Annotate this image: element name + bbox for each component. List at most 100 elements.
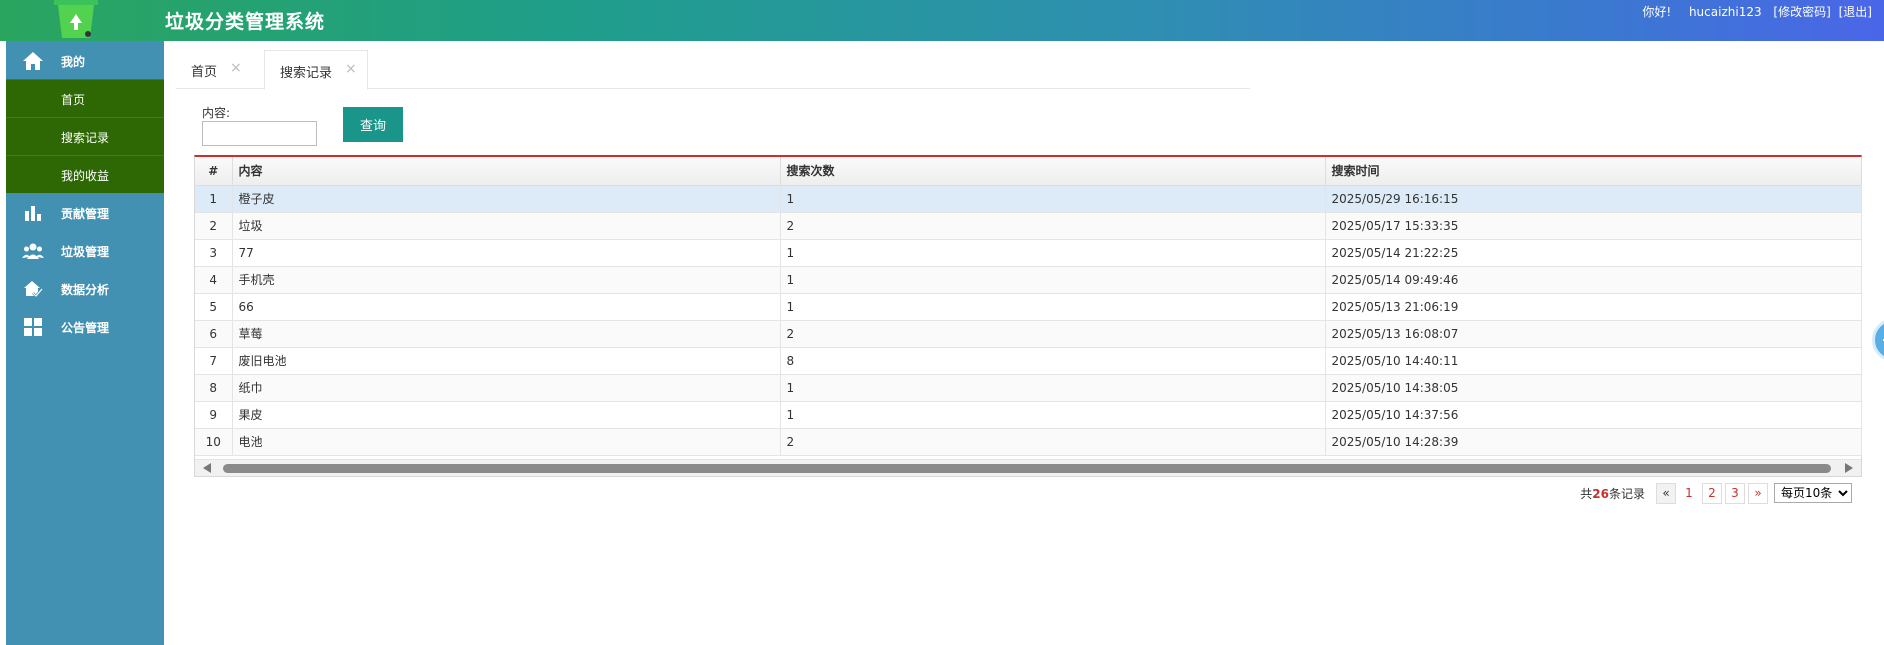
cell-content: 纸巾 <box>232 374 781 402</box>
column-header-search-time[interactable]: 搜索时间 <box>1325 157 1862 186</box>
column-header-content[interactable]: 内容 <box>232 157 781 186</box>
analysis-icon <box>24 281 43 298</box>
sidebar: 我的 首页 搜索记录 我的收益 贡献管理 垃圾管理 数据分析 公告管理 <box>6 41 164 645</box>
users-icon <box>22 243 44 259</box>
cell-search-count: 2 <box>780 212 1326 240</box>
sidebar-item-my-earnings[interactable]: 我的收益 <box>6 155 164 193</box>
bar-chart-icon <box>25 206 41 221</box>
cell-search-count: 1 <box>780 239 1326 267</box>
table-row[interactable]: 5 66 1 2025/05/13 21:06:19 <box>195 293 1862 321</box>
tab-search-records[interactable]: 搜索记录 × <box>264 50 368 90</box>
row-index: 6 <box>195 320 233 348</box>
cell-search-time: 2025/05/13 16:08:07 <box>1325 320 1862 348</box>
cell-content: 手机壳 <box>232 266 781 294</box>
top-header: 垃圾分类管理系统 你好! hucaizhi123 [修改密码] [退出] <box>0 0 1884 41</box>
cell-search-count: 1 <box>780 401 1326 429</box>
tab-label: 首页 <box>191 65 218 80</box>
table-row[interactable]: 1 橙子皮 1 2025/05/29 16:16:15 <box>195 185 1862 213</box>
sidebar-item-label: 搜索记录 <box>61 131 110 145</box>
table-row[interactable]: 7 废旧电池 8 2025/05/10 14:40:11 <box>195 347 1862 375</box>
row-index: 5 <box>195 293 233 321</box>
cell-search-count: 1 <box>780 293 1326 321</box>
cell-content: 果皮 <box>232 401 781 429</box>
total-count: 26 <box>1592 486 1609 501</box>
tab-home[interactable]: 首页 × <box>176 50 262 89</box>
cell-content: 草莓 <box>232 320 781 348</box>
row-index: 4 <box>195 266 233 294</box>
logout-link[interactable]: [退出] <box>1839 5 1872 19</box>
user-bar: 你好! hucaizhi123 [修改密码] [退出] <box>1642 3 1872 20</box>
home-icon <box>23 52 43 70</box>
total-prefix: 共 <box>1580 486 1593 501</box>
change-password-link[interactable]: [修改密码] <box>1773 5 1830 19</box>
tab-bar: 首页 × 搜索记录 × <box>176 50 1250 90</box>
username-text: hucaizhi123 <box>1688 5 1762 19</box>
close-icon[interactable]: × <box>230 60 242 76</box>
cell-search-count: 1 <box>780 185 1326 213</box>
cell-content: 垃圾 <box>232 212 781 240</box>
scroll-left-arrow-icon[interactable] <box>203 463 211 473</box>
table-row[interactable]: 3 77 1 2025/05/14 21:22:25 <box>195 239 1862 267</box>
cell-search-time: 2025/05/10 14:38:05 <box>1325 374 1862 402</box>
sidebar-item-label: 我的收益 <box>61 169 110 183</box>
page-button-2[interactable]: 2 <box>1702 482 1722 504</box>
cell-search-time: 2025/05/10 14:37:56 <box>1325 401 1862 429</box>
sidebar-group-contribution[interactable]: 贡献管理 <box>6 193 164 231</box>
scrollbar-thumb[interactable] <box>223 464 1831 473</box>
table-row[interactable]: 8 纸巾 1 2025/05/10 14:38:05 <box>195 374 1862 402</box>
close-icon[interactable]: × <box>345 61 357 77</box>
cell-search-time: 2025/05/29 16:16:15 <box>1325 185 1862 213</box>
grid-icon <box>24 318 42 336</box>
cell-search-time: 2025/05/10 14:40:11 <box>1325 347 1862 375</box>
prev-page-button[interactable]: « <box>1656 482 1676 504</box>
sidebar-item-home[interactable]: 首页 <box>6 79 164 117</box>
per-page-select[interactable]: 每页10条 <box>1774 483 1852 503</box>
next-page-button[interactable]: » <box>1748 482 1768 504</box>
recycle-bin-logo-icon <box>54 0 98 38</box>
cell-search-count: 8 <box>780 347 1326 375</box>
sidebar-group-garbage[interactable]: 垃圾管理 <box>6 231 164 269</box>
cell-content: 橙子皮 <box>232 185 781 213</box>
system-title: 垃圾分类管理系统 <box>165 11 326 33</box>
content-search-input[interactable] <box>202 121 317 146</box>
cell-content: 电池 <box>232 428 781 456</box>
row-index: 3 <box>195 239 233 267</box>
sidebar-group-label: 公告管理 <box>61 321 110 335</box>
sidebar-group-label: 垃圾管理 <box>61 245 110 259</box>
sidebar-group-data-analysis[interactable]: 数据分析 <box>6 269 164 307</box>
table-row[interactable]: 6 草莓 2 2025/05/13 16:08:07 <box>195 320 1862 348</box>
search-records-table: # 内容 搜索次数 搜索时间 1 橙子皮 1 2025/05/29 16:16:… <box>194 155 1862 477</box>
table-row[interactable]: 9 果皮 1 2025/05/10 14:37:56 <box>195 401 1862 429</box>
sidebar-group-label: 我的 <box>61 55 86 69</box>
cell-content: 废旧电池 <box>232 347 781 375</box>
pagination: 共26条记录 « 1 2 3 » 每页10条 <box>1580 482 1852 504</box>
sidebar-item-search-records[interactable]: 搜索记录 <box>6 117 164 155</box>
cell-content: 77 <box>232 239 781 267</box>
sidebar-item-label: 首页 <box>61 93 86 107</box>
row-index: 1 <box>195 185 233 213</box>
app-root: 垃圾分类管理系统 你好! hucaizhi123 [修改密码] [退出] 我的 … <box>0 0 1884 645</box>
table-row[interactable]: 10 电池 2 2025/05/10 14:28:39 <box>195 428 1862 456</box>
table-row[interactable]: 2 垃圾 2 2025/05/17 15:33:35 <box>195 212 1862 240</box>
page-button-1[interactable]: 1 <box>1679 482 1699 504</box>
row-index: 10 <box>195 428 233 456</box>
row-index: 8 <box>195 374 233 402</box>
column-header-index[interactable]: # <box>195 157 233 186</box>
sidebar-group-mine[interactable]: 我的 <box>6 41 164 79</box>
scroll-right-arrow-icon[interactable] <box>1845 463 1853 473</box>
row-index: 7 <box>195 347 233 375</box>
sidebar-group-announcements[interactable]: 公告管理 <box>6 307 164 345</box>
cell-search-time: 2025/05/13 21:06:19 <box>1325 293 1862 321</box>
query-button[interactable]: 查询 <box>343 107 403 142</box>
cell-search-count: 1 <box>780 374 1326 402</box>
total-records-text: 共26条记录 <box>1580 485 1645 502</box>
table-row[interactable]: 4 手机壳 1 2025/05/14 09:49:46 <box>195 266 1862 294</box>
table-header-row: # 内容 搜索次数 搜索时间 <box>195 157 1862 186</box>
floating-action-button[interactable] <box>1872 318 1884 362</box>
page-button-3[interactable]: 3 <box>1725 482 1745 504</box>
cell-search-time: 2025/05/14 09:49:46 <box>1325 266 1862 294</box>
horizontal-scrollbar[interactable] <box>195 459 1861 476</box>
cell-search-count: 1 <box>780 266 1326 294</box>
cell-search-count: 2 <box>780 428 1326 456</box>
column-header-search-count[interactable]: 搜索次数 <box>780 157 1326 186</box>
